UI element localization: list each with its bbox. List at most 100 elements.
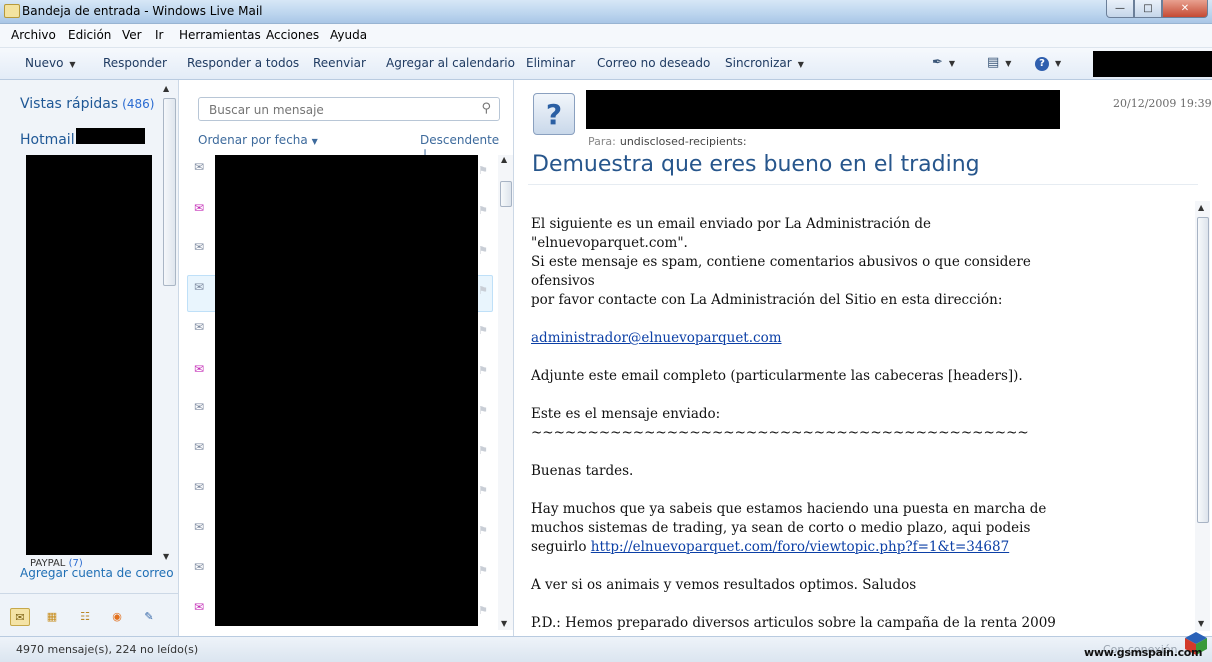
- envelope-open-icon: ✉: [194, 520, 205, 534]
- sort-order-label: Descendente: [420, 133, 500, 147]
- to-row: Para: undisclosed-recipients:: [588, 135, 747, 148]
- flag-icon[interactable]: ⚑: [478, 324, 488, 337]
- sort-by-label: Ordenar por fecha: [198, 133, 308, 147]
- replied-icon: ✉: [194, 600, 205, 614]
- flag-icon[interactable]: ⚑: [478, 204, 488, 217]
- chevron-down-icon: ▼: [311, 137, 318, 146]
- hotmail-account-heading[interactable]: Hotmail: [20, 132, 75, 148]
- envelope-open-icon: ✉: [194, 480, 205, 494]
- flag-icon[interactable]: ⚑: [478, 364, 488, 377]
- search-icon[interactable]: ⚲: [481, 101, 491, 116]
- menu-options-icon[interactable]: ▤ ▼: [987, 55, 1011, 71]
- status-bar: 4970 mensaje(s), 224 no leído(s) Con con…: [0, 636, 1212, 662]
- envelope-open-icon: ✉: [194, 280, 205, 294]
- feeds-module-icon[interactable]: ◉: [108, 608, 126, 624]
- admin-email-link[interactable]: administrador@elnuevoparquet.com: [531, 330, 782, 346]
- body-line: muchos sistemas de trading, ya sean de c…: [531, 520, 1031, 536]
- unknown-sender-icon: ?: [533, 93, 575, 135]
- windows-live-mail-icon: [4, 4, 20, 18]
- scroll-down-icon[interactable]: ▼: [1198, 619, 1204, 628]
- flag-icon[interactable]: ⚑: [478, 484, 488, 497]
- contacts-module-icon[interactable]: ☷: [76, 608, 94, 624]
- body-line: El siguiente es un email enviado por La …: [531, 216, 931, 232]
- forward-button[interactable]: Reenviar: [313, 56, 366, 70]
- envelope-open-icon: ✉: [194, 320, 205, 334]
- message-body: El siguiente es un email enviado por La …: [531, 215, 1191, 633]
- mail-module-icon[interactable]: ✉: [10, 608, 30, 626]
- quick-views-count: (486): [122, 97, 155, 111]
- window-title: Bandeja de entrada - Windows Live Mail: [22, 4, 263, 18]
- menu-archivo[interactable]: Archivo: [11, 28, 56, 42]
- menu-acciones[interactable]: Acciones: [266, 28, 319, 42]
- body-line: P.D.: Hemos preparado diversos articulos…: [531, 615, 1056, 631]
- reply-button[interactable]: Responder: [103, 56, 167, 70]
- folder-scroll-thumb[interactable]: [163, 98, 176, 286]
- sort-by-button[interactable]: Ordenar por fecha ▼: [198, 133, 318, 147]
- junk-button[interactable]: Correo no deseado: [597, 56, 710, 70]
- scroll-down-icon[interactable]: ▼: [163, 552, 169, 561]
- message-list-pane: ⚲ Ordenar por fecha ▼ Descendente ↓ ✉ ✉ …: [179, 80, 514, 636]
- forum-link[interactable]: http://elnuevoparquet.com/foro/viewtopic…: [591, 539, 1009, 555]
- body-line: seguirlo: [531, 539, 587, 555]
- folder-scrollbar[interactable]: ▲ ▼: [161, 84, 176, 564]
- scroll-up-icon[interactable]: ▲: [163, 84, 169, 93]
- envelope-open-icon: ✉: [194, 160, 205, 174]
- body-line: Este es el mensaje enviado:: [531, 406, 721, 422]
- search-input[interactable]: [207, 102, 471, 118]
- quick-views-heading[interactable]: Vistas rápidas (486): [20, 96, 154, 112]
- calendar-module-icon[interactable]: ▦: [43, 608, 61, 624]
- scroll-up-icon[interactable]: ▲: [501, 155, 507, 164]
- close-button[interactable]: ✕: [1162, 0, 1208, 18]
- reading-pane: ? 20/12/2009 19:39 Para: undisclosed-reci…: [514, 80, 1212, 636]
- add-to-calendar-button[interactable]: Agregar al calendario: [386, 56, 515, 70]
- flag-icon[interactable]: ⚑: [478, 244, 488, 257]
- scroll-up-icon[interactable]: ▲: [1198, 203, 1204, 212]
- flag-icon[interactable]: ⚑: [478, 404, 488, 417]
- message-subject: Demuestra que eres bueno en el trading: [532, 152, 980, 177]
- paintbrush-icon[interactable]: ✒ ▼: [932, 55, 955, 71]
- new-button-label: Nuevo: [25, 56, 64, 70]
- body-line: por favor contacte con La Administración…: [531, 292, 1003, 308]
- redacted-message-list: [215, 155, 478, 626]
- menu-ayuda[interactable]: Ayuda: [330, 28, 367, 42]
- menu-bar: Archivo Edición Ver Ir Herramientas Acci…: [0, 24, 1212, 48]
- sync-button[interactable]: Sincronizar ▼: [725, 56, 804, 70]
- envelope-open-icon: ✉: [194, 440, 205, 454]
- flag-icon[interactable]: ⚑: [478, 604, 488, 617]
- maximize-button[interactable]: □: [1134, 0, 1162, 18]
- newsgroups-module-icon[interactable]: ✎: [140, 608, 158, 624]
- delete-button[interactable]: Eliminar: [526, 56, 575, 70]
- message-list-scroll-thumb[interactable]: [500, 181, 512, 207]
- body-line: ~~~~~~~~~~~~~~~~~~~~~~~~~~~~~~~~~~~~~~~~…: [531, 425, 1029, 441]
- reading-pane-scrollbar[interactable]: ▲ ▼: [1195, 201, 1210, 631]
- minimize-button[interactable]: —: [1106, 0, 1134, 18]
- menu-herramientas[interactable]: Herramientas: [179, 28, 261, 42]
- toolbar: Nuevo ▼ Responder Responder a todos Reenv…: [0, 48, 1212, 80]
- to-label: Para:: [588, 135, 616, 148]
- module-switcher: ✉ ▦ ☷ ◉ ✎: [0, 593, 178, 637]
- scroll-down-icon[interactable]: ▼: [501, 619, 507, 628]
- search-box: ⚲: [198, 97, 500, 121]
- body-line: Hay muchos que ya sabeis que estamos hac…: [531, 501, 1047, 517]
- menu-ver[interactable]: Ver: [122, 28, 142, 42]
- menu-edicion[interactable]: Edición: [68, 28, 111, 42]
- redacted-account-area: [1093, 51, 1212, 77]
- message-date: 20/12/2009 19:39: [1113, 97, 1212, 110]
- menu-ir[interactable]: Ir: [155, 28, 163, 42]
- flag-icon[interactable]: ⚑: [478, 564, 488, 577]
- flag-icon[interactable]: ⚑: [478, 444, 488, 457]
- title-bar: Bandeja de entrada - Windows Live Mail —…: [0, 0, 1212, 24]
- flag-icon[interactable]: ⚑: [478, 164, 488, 177]
- envelope-open-icon: ✉: [194, 560, 205, 574]
- new-button[interactable]: Nuevo ▼: [25, 56, 76, 70]
- flag-icon[interactable]: ⚑: [478, 284, 488, 297]
- flag-icon[interactable]: ⚑: [478, 524, 488, 537]
- reading-scroll-thumb[interactable]: [1197, 217, 1209, 523]
- body-line: "elnuevoparquet.com".: [531, 235, 688, 251]
- body-line: Si este mensaje es spam, contiene coment…: [531, 254, 1031, 270]
- add-account-link[interactable]: Agregar cuenta de correo: [20, 566, 174, 580]
- help-icon[interactable]: ? ▼: [1035, 55, 1061, 71]
- reply-all-button[interactable]: Responder a todos: [187, 56, 299, 70]
- envelope-open-icon: ✉: [194, 400, 205, 414]
- message-list-scrollbar[interactable]: ▲ ▼: [498, 155, 513, 630]
